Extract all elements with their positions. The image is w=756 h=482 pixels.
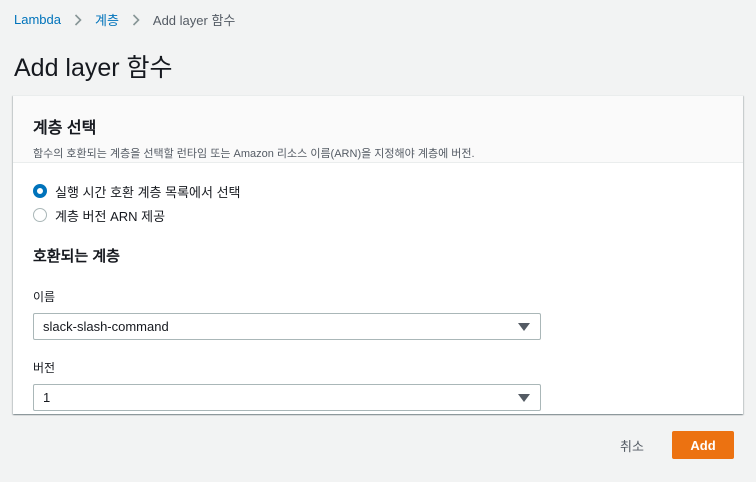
radio-compatible-list-label: 실행 시간 호환 계층 목록에서 선택 <box>55 184 241 200</box>
panel-title: 계층 선택 <box>33 120 97 137</box>
layer-name-value: slack-slash-command <box>43 319 169 334</box>
breadcrumb-current: Add layer 함수 <box>152 13 236 28</box>
panel-description: 함수의 호환되는 계층을 선택할 런타임 또는 Amazon 리소스 이름(AR… <box>33 148 475 160</box>
chevron-right-icon <box>127 13 145 27</box>
layer-selection-panel: 계층 선택 함수의 호환되는 계층을 선택할 런타임 또는 Amazon 리소스… <box>13 95 743 414</box>
name-label: 이름 <box>33 290 56 304</box>
version-label: 버전 <box>33 361 56 375</box>
chevron-right-icon <box>69 13 87 27</box>
layer-version-select[interactable]: 1 <box>33 384 541 411</box>
layer-name-select[interactable]: slack-slash-command <box>33 313 541 340</box>
cancel-button[interactable]: 취소 <box>610 431 654 459</box>
radio-selected-icon[interactable] <box>33 184 47 198</box>
caret-down-icon <box>518 322 530 332</box>
radio-provide-arn-label: 계층 버전 ARN 제공 <box>55 208 166 224</box>
page-title: Add layer 함수 <box>14 54 173 82</box>
add-button[interactable]: Add <box>672 431 734 459</box>
radio-provide-arn[interactable]: 계층 버전 ARN 제공 <box>33 207 723 224</box>
breadcrumb: Lambda 계층 Add layer 함수 <box>14 10 235 29</box>
compatible-layers-title: 호환되는 계층 <box>33 248 120 265</box>
radio-compatible-list[interactable]: 실행 시간 호환 계층 목록에서 선택 <box>33 183 723 200</box>
radio-unselected-icon[interactable] <box>33 208 47 222</box>
breadcrumb-layers[interactable]: 계층 <box>95 10 119 29</box>
panel-header: 계층 선택 함수의 호환되는 계층을 선택할 런타임 또는 Amazon 리소스… <box>13 96 743 163</box>
breadcrumb-lambda[interactable]: Lambda <box>14 12 61 27</box>
panel-body: 실행 시간 호환 계층 목록에서 선택 계층 버전 ARN 제공 호환되는 계층… <box>13 163 743 411</box>
caret-down-icon <box>518 393 530 403</box>
layer-version-value: 1 <box>43 390 51 405</box>
